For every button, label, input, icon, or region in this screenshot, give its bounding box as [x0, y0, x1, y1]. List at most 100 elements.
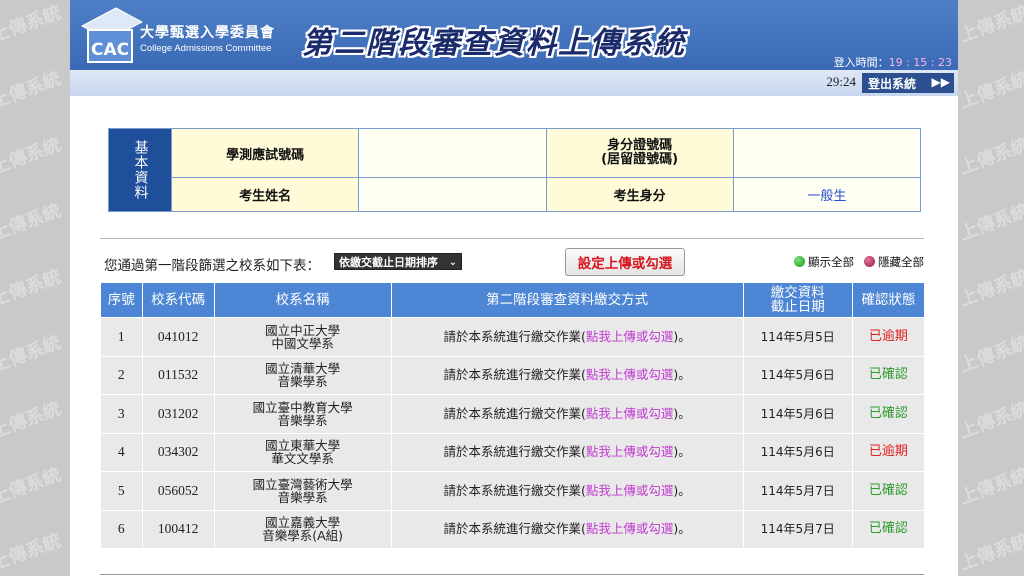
row-name: 國立清華大學 音樂學系 [213, 355, 392, 395]
cac-logo-icon: CAC [76, 4, 146, 66]
row-no: 1 [100, 317, 143, 357]
divider [100, 238, 924, 239]
upload-link[interactable]: 點我上傳或勾選 [586, 367, 674, 382]
row-method-prefix: 請於本系統進行繳交作業( [443, 521, 586, 537]
row-code: 031202 [141, 394, 215, 434]
row-dept: 音樂學系 [277, 412, 328, 428]
row-name: 國立中正大學 中國文學系 [213, 317, 392, 357]
col-header-deadline-line2: 截止日期 [770, 299, 825, 315]
row-method: 請於本系統進行繳交作業(點我上傳或勾選)。 [390, 509, 744, 549]
row-dept: 音樂學系 [277, 374, 328, 390]
row-deadline: 114年5月6日 [742, 394, 853, 434]
row-status: 已逾期 [851, 317, 926, 357]
row-no: 5 [100, 471, 143, 511]
double-arrow-right-icon: ▶▶ [931, 75, 950, 89]
row-method: 請於本系統進行繳交作業(點我上傳或勾選)。 [390, 317, 744, 357]
watermark-text: 上傳系統 [0, 464, 64, 509]
row-method-prefix: 請於本系統進行繳交作業( [443, 444, 586, 460]
row-method-suffix: )。 [673, 482, 691, 498]
row-deadline: 114年5月5日 [742, 317, 853, 357]
row-no: 3 [100, 394, 143, 434]
watermark-text: 上傳系統 [958, 332, 1024, 377]
upload-link[interactable]: 點我上傳或勾選 [586, 444, 674, 459]
row-no: 6 [100, 509, 143, 549]
name-value [358, 177, 547, 212]
col-header-name: 校系名稱 [213, 282, 392, 318]
col-header-code: 校系代碼 [141, 282, 215, 318]
col-header-deadline: 繳交資料 截止日期 [742, 282, 853, 318]
row-status: 已確認 [851, 509, 926, 549]
row-method-prefix: 請於本系統進行繳交作業( [443, 405, 586, 421]
row-no: 4 [100, 432, 143, 472]
name-label: 考生姓名 [171, 177, 360, 212]
status-label: 考生身分 [545, 177, 734, 212]
row-method-suffix: )。 [673, 328, 691, 344]
watermark-text: 上傳系統 [0, 134, 64, 179]
row-method-suffix: )。 [673, 521, 691, 537]
upload-link[interactable]: 點我上傳或勾選 [586, 406, 674, 421]
watermark-text: 上傳系統 [958, 2, 1024, 47]
col-header-no: 序號 [100, 282, 143, 318]
row-method: 請於本系統進行繳交作業(點我上傳或勾選)。 [390, 432, 744, 472]
watermark-text: 上傳系統 [958, 200, 1024, 245]
row-deadline: 114年5月6日 [742, 432, 853, 472]
exam-id-value [358, 127, 547, 179]
table-row: 3 031202 國立臺中教育大學 音樂學系 請於本系統進行繳交作業(點我上傳或勾選)。… [100, 394, 926, 434]
system-title: 第二階段審查資料上傳系統 [302, 26, 686, 61]
show-all-toggle[interactable]: 顯示全部 [794, 254, 854, 270]
row-code: 034302 [141, 432, 215, 472]
row-status: 已確認 [851, 394, 926, 434]
watermark-text: 上傳系統 [958, 530, 1024, 575]
login-time-label: 登入時間： [833, 56, 889, 69]
intro-text: 您通過第一階段篩選之校系如下表： [104, 258, 320, 274]
status-value: 一般生 [732, 177, 922, 212]
row-method-suffix: )。 [673, 405, 691, 421]
hide-all-toggle[interactable]: 隱藏全部 [864, 254, 924, 270]
org-name: 大學甄選入學委員會 College Admissions Committee [140, 22, 275, 54]
svg-text:CAC: CAC [91, 40, 129, 60]
row-deadline: 114年5月7日 [742, 509, 853, 549]
table-header-row: 序號 校系代碼 校系名稱 第二階段審查資料繳交方式 繳交資料 截止日期 確認狀態 [100, 282, 926, 318]
watermark-text: 上傳系統 [958, 398, 1024, 443]
row-method: 請於本系統進行繳交作業(點我上傳或勾選)。 [390, 394, 744, 434]
col-header-status: 確認狀態 [851, 282, 926, 318]
row-method-suffix: )。 [673, 444, 691, 460]
page: CAC 大學甄選入學委員會 College Admissions Committ… [70, 0, 958, 576]
row-deadline: 114年5月6日 [742, 355, 853, 395]
id-number-value [732, 127, 922, 179]
sort-select[interactable]: 依繳交截止日期排序 ⌄ [334, 253, 462, 270]
divider [100, 574, 924, 575]
set-upload-button[interactable]: 設定上傳或勾選 [565, 248, 685, 276]
row-deadline: 114年5月7日 [742, 471, 853, 511]
org-name-cn: 大學甄選入學委員會 [140, 25, 275, 41]
row-name: 國立臺中教育大學 音樂學系 [213, 394, 392, 434]
row-status: 已確認 [851, 355, 926, 395]
sub-bar: 29:24 登出系統 ▶▶ [70, 70, 958, 96]
table-row: 2 011532 國立清華大學 音樂學系 請於本系統進行繳交作業(點我上傳或勾選)。 11… [100, 355, 926, 395]
row-status: 已確認 [851, 471, 926, 511]
basic-info-table: 基本資料 學測應試號碼 身分證號碼 (居留證號碼) 考生姓名 考生身分 一般生 [107, 127, 922, 212]
logout-button[interactable]: 登出系統 ▶▶ [862, 73, 954, 93]
logout-label: 登出系統 [868, 76, 917, 91]
row-method: 請於本系統進行繳交作業(點我上傳或勾選)。 [390, 355, 744, 395]
upload-link[interactable]: 點我上傳或勾選 [586, 329, 674, 344]
watermark-text: 上傳系統 [0, 332, 64, 377]
id-number-label: 身分證號碼 (居留證號碼) [545, 127, 734, 179]
org-name-en: College Admissions Committee [140, 43, 272, 54]
table-row: 4 034302 國立東華大學 華文文學系 請於本系統進行繳交作業(點我上傳或勾選)。 1… [100, 432, 926, 472]
row-method-prefix: 請於本系統進行繳交作業( [443, 328, 586, 344]
watermark-text: 上傳系統 [958, 134, 1024, 179]
upload-link[interactable]: 點我上傳或勾選 [586, 483, 674, 498]
upload-link[interactable]: 點我上傳或勾選 [586, 521, 674, 536]
hide-all-label: 隱藏全部 [878, 255, 924, 269]
id-number-label-line1: 身分證號碼 [607, 138, 673, 154]
row-method-prefix: 請於本系統進行繳交作業( [443, 367, 586, 383]
show-all-label: 顯示全部 [808, 255, 854, 269]
row-name: 國立臺灣藝術大學 音樂學系 [213, 471, 392, 511]
watermark-right: 上傳系統 上傳系統 上傳系統 上傳系統 上傳系統 上傳系統 上傳系統 上傳系統 上傳系統 [958, 0, 1024, 576]
chevron-down-icon: ⌄ [448, 257, 457, 268]
table-row: 6 100412 國立嘉義大學 音樂學系(A組) 請於本系統進行繳交作業(點我上傳或勾選… [100, 509, 926, 549]
row-method: 請於本系統進行繳交作業(點我上傳或勾選)。 [390, 471, 744, 511]
basic-info-side-label: 基本資料 [107, 128, 173, 212]
login-time-value: 19 : 15 : 23 [888, 56, 952, 69]
